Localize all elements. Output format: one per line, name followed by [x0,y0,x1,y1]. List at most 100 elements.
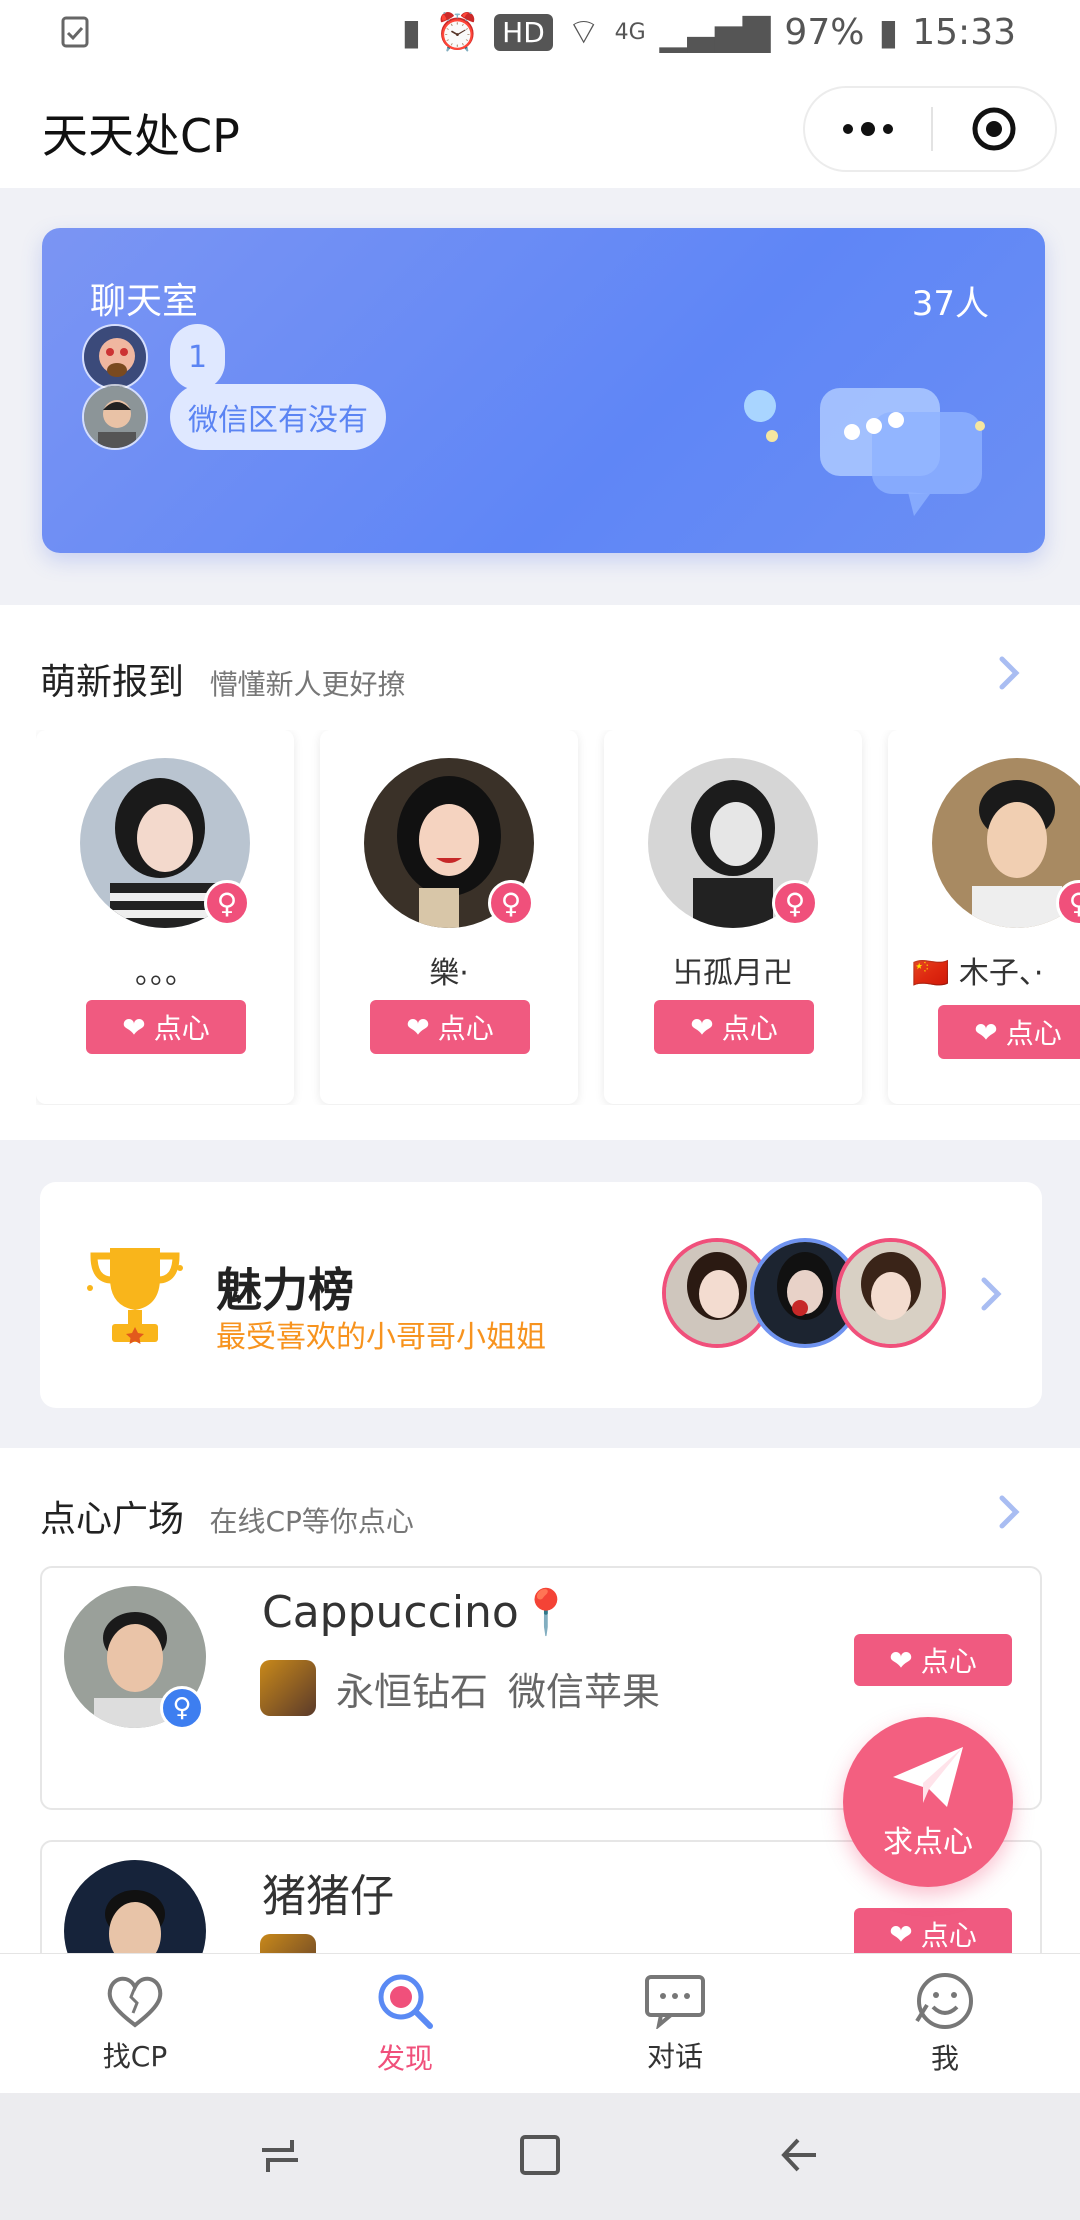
recent-apps-icon [262,2139,299,2172]
network-type: 4G [614,19,646,45]
tab-discover[interactable]: 发现 [270,1954,540,2093]
battery-icon: ▮ [878,11,899,53]
paper-plane-icon [893,1747,963,1807]
back-icon [780,2138,816,2171]
heart-outline-icon [107,1976,163,2028]
smiley-icon [915,1972,973,2029]
system-nav-bar [0,2093,1080,2220]
recent-apps-button[interactable] [256,2132,304,2182]
rank-label: 永恒钻石 [336,1669,489,1714]
like-button[interactable]: ❤ 点心 [370,1000,530,1054]
game-icon [260,1660,316,1716]
chat-bubble: 微信区有没有 [170,384,386,450]
member-card[interactable]: ♀ 樂· ❤ 点心 [320,730,578,1104]
new-members-title: 萌新报到 [40,662,185,703]
avatar [64,1860,206,1953]
avatar [82,324,148,390]
like-button[interactable]: ❤ 点心 [86,1000,246,1054]
chat-room-title: 聊天室 [90,281,199,322]
target-icon [972,107,1016,151]
home-icon [519,2134,560,2175]
female-icon: ♀ [204,880,250,926]
post-name: Cappuccino📍 [262,1587,574,1638]
heart-icon: ❤ [690,1010,714,1044]
female-icon: ♀ [772,880,818,926]
search-icon [378,1974,433,2029]
battery-saver-icon: ▮ [401,11,422,53]
like-button[interactable]: ❤ 点心 [854,1908,1012,1953]
alarm-icon: ⏰ [435,12,481,53]
member-name: 🇨🇳 木子、· [912,956,1044,991]
fab-label: 求点心 [883,1825,973,1860]
battery-percent: 97% [784,11,865,53]
clipboard-icon [60,14,100,50]
close-button[interactable] [933,88,1055,170]
tab-me[interactable]: 我 [810,1954,1080,2093]
heart-icon: ❤ [122,1010,146,1044]
page-title: 天天处CP [42,109,240,163]
home-button[interactable] [517,2132,563,2182]
chat-message: 1 [82,324,226,390]
post-name: 猪猪仔 [262,1871,394,1922]
heart-icon: ❤ [889,1643,913,1677]
square-title: 点心广场 [40,1499,185,1540]
new-members-list: ♀ 。。。 ❤ 点心 ♀ 樂· ❤ 点心 ♀ 卐孤月卍 ❤ 点心 ♀ 🇨🇳 木子… [36,730,1080,1105]
game-icon [260,1934,316,1953]
post-meta [260,1934,316,1953]
wifi-icon: ⌔ [566,11,601,53]
member-name: 樂· [429,956,469,991]
more-button[interactable] [805,88,931,170]
member-card[interactable]: ♀ 。。。 ❤ 点心 [36,730,294,1104]
like-label: 点心 [920,1919,977,1952]
like-button[interactable]: ❤ 点心 [654,1000,814,1054]
like-label: 点心 [437,1012,494,1045]
tab-chat[interactable]: 对话 [540,1954,810,2093]
mini-program-capsule [803,86,1057,172]
like-label: 点心 [721,1012,778,1045]
signal-icon: ▁▃▅▇ [659,11,771,53]
tab-find-cp[interactable]: 找CP [0,1954,270,2093]
female-icon: ♀ [488,880,534,926]
chat-bubble: 1 [170,324,226,390]
section-title: 点心广场 在线CP等你点心 [40,1490,414,1542]
chat-room-card[interactable]: 聊天室 37人 1 微信区有没有 [42,228,1045,553]
chat-bubbles-illustration [744,388,985,516]
status-icons: ▮ ⏰ HD ⌔ 4G ▁▃▅▇ 97% ▮ 15:33 [402,8,1016,56]
female-icon: ♀ [160,1686,204,1730]
member-name: 。。。 [135,956,195,991]
charm-title: 魅力榜 [216,1263,354,1317]
chevron-right-icon[interactable] [994,1492,1024,1532]
chat-message: 微信区有没有 [82,384,386,450]
member-card[interactable]: ♀ 🇨🇳 木子、· ❤ 点心 [888,730,1080,1104]
member-card[interactable]: ♀ 卐孤月卍 ❤ 点心 [604,730,862,1104]
like-label: 点心 [1005,1017,1062,1050]
like-label: 点心 [153,1012,210,1045]
request-like-button[interactable]: 求点心 [843,1717,1013,1887]
new-members-section: 萌新报到 懵懂新人更好撩 ♀ 。。。 ❤ 点心 ♀ 樂· ❤ 点心 ♀ 卐孤月卍… [0,605,1080,1140]
section-title: 萌新报到 懵懂新人更好撩 [40,653,405,705]
back-button[interactable] [776,2132,824,2182]
member-name: 卐孤月卍 [673,956,793,991]
tab-label: 对话 [646,2039,703,2073]
charm-subtitle: 最受喜欢的小哥哥小姐姐 [216,1320,546,1355]
like-button[interactable]: ❤ 点心 [854,1634,1012,1686]
status-bar: ▮ ⏰ HD ⌔ 4G ▁▃▅▇ 97% ▮ 15:33 [0,0,1080,64]
chevron-right-icon[interactable] [976,1274,1006,1314]
chat-icon [645,1974,705,2029]
heart-icon: ❤ [889,1917,913,1951]
square-subtitle: 在线CP等你点心 [209,1505,414,1538]
avatar [836,1238,946,1348]
chat-room-count: 37人 [911,284,989,324]
bottom-tab-bar: 找CP 发现 对话 我 [0,1953,1080,2093]
heart-icon: ❤ [974,1015,998,1049]
chevron-right-icon[interactable] [994,653,1024,693]
like-label: 点心 [920,1645,977,1678]
like-button[interactable]: ❤ 点心 [938,1005,1080,1059]
charm-ranking-card[interactable]: 魅力榜 最受喜欢的小哥哥小姐姐 [40,1182,1042,1408]
heart-icon: ❤ [406,1010,430,1044]
clock: 15:33 [912,11,1016,53]
charm-ranking-section: 魅力榜 最受喜欢的小哥哥小姐姐 [0,1140,1080,1448]
more-icon [843,122,893,136]
tab-label: 找CP [102,2039,168,2073]
hd-badge: HD [494,13,553,51]
